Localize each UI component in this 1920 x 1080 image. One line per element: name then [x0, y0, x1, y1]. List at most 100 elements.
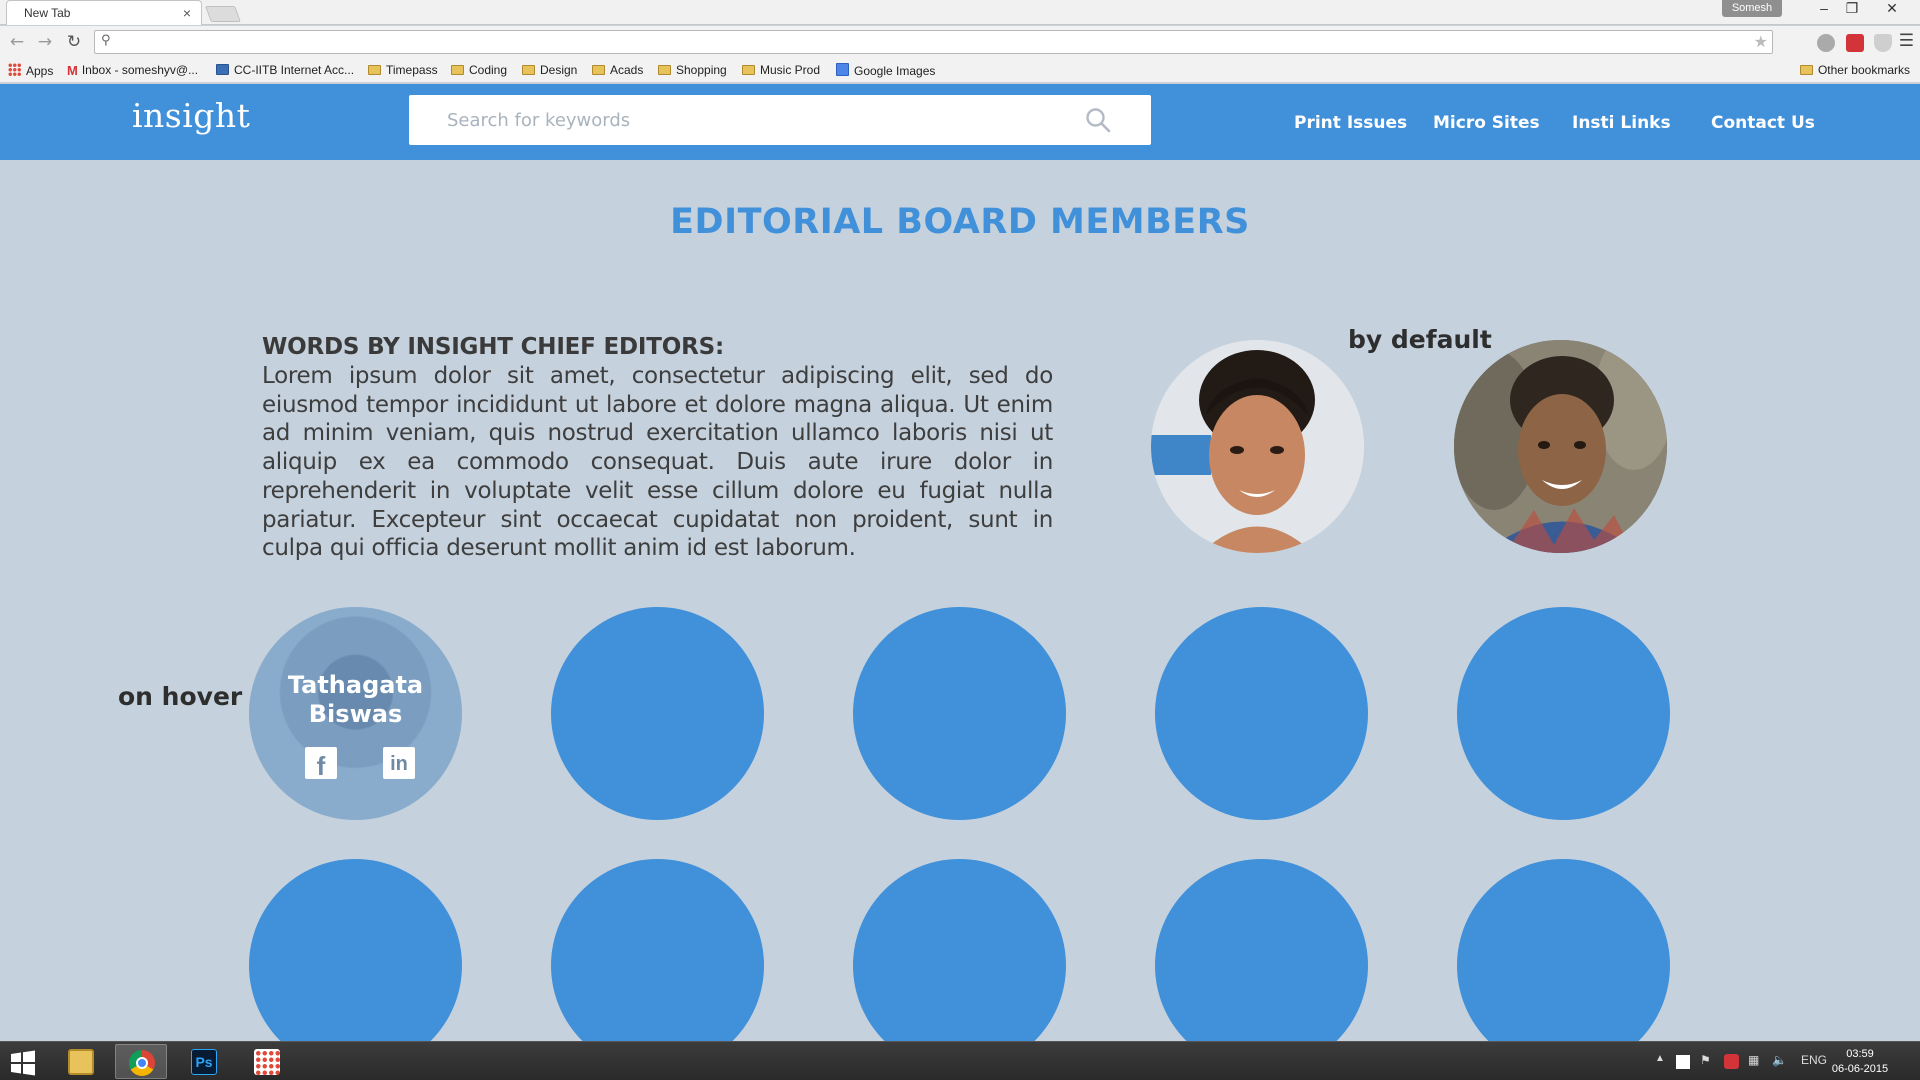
member-name: Tathagata Biswas [249, 671, 462, 729]
nav-print-issues[interactable]: Print Issues [1294, 113, 1407, 133]
folder-icon [68, 1049, 94, 1075]
windows-start-icon[interactable] [10, 1050, 36, 1076]
portrait-illustration [1151, 340, 1364, 553]
bookmark-label: Acads [610, 63, 644, 77]
bookmark-shopping[interactable]: Shopping [658, 63, 727, 77]
folder-icon [658, 65, 671, 75]
chief-editor-photo-1[interactable] [1151, 340, 1364, 553]
bookmark-label: Shopping [676, 63, 727, 77]
site-header: insight Print Issues Micro Sites Insti L… [0, 84, 1920, 160]
window-close-icon[interactable]: ✕ [1878, 0, 1906, 18]
bookmark-music-prod[interactable]: Music Prod [742, 63, 820, 77]
volume-icon[interactable]: 🔈 [1772, 1053, 1787, 1067]
bookmark-inbox[interactable]: M Inbox - someshyv@... [67, 63, 198, 78]
linkedin-icon[interactable]: in [383, 747, 415, 779]
member-last-name: Biswas [308, 700, 403, 728]
chief-editor-photo-2[interactable] [1454, 340, 1667, 553]
system-clock[interactable]: 03:59 06-06-2015 [1830, 1047, 1890, 1077]
extension-record-icon[interactable] [1846, 34, 1864, 52]
folder-icon [451, 65, 464, 75]
folder-icon [1799, 65, 1813, 75]
photoshop-icon: Ps [191, 1049, 217, 1075]
search-box [409, 95, 1151, 145]
bookmark-label: Apps [26, 64, 54, 78]
search-input[interactable] [447, 95, 1067, 145]
board-member-card-hover[interactable]: Tathagata Biswas f in [249, 607, 462, 820]
taskbar-chrome-apps[interactable] [241, 1044, 293, 1079]
bookmark-label: CC-IITB Internet Acc... [234, 63, 355, 77]
board-member-card[interactable] [1457, 607, 1670, 820]
taskbar-chrome[interactable] [115, 1044, 167, 1079]
windows-taskbar: Ps ▲ ⚑ ▦ 🔈 ENG 03:59 06-06-2015 [0, 1041, 1920, 1080]
editors-heading: WORDS BY INSIGHT CHIEF EDITORS: [262, 334, 724, 360]
tab-close-icon[interactable]: × [183, 1, 191, 25]
gmail-icon: M [67, 63, 78, 78]
board-member-card[interactable] [551, 607, 764, 820]
clock-date: 06-06-2015 [1831, 1063, 1889, 1075]
label-by-default: by default [1348, 325, 1492, 354]
apps-grid-icon [254, 1049, 280, 1075]
bookmark-label: Coding [469, 63, 508, 77]
other-bookmarks[interactable]: Other bookmarks [1799, 63, 1910, 77]
portrait-illustration [1454, 340, 1667, 553]
show-hidden-icons[interactable]: ▲ [1655, 1053, 1665, 1064]
address-bar[interactable]: ⚲ ★ [94, 30, 1773, 54]
search-icon[interactable] [1085, 107, 1111, 133]
bookmark-star-icon[interactable]: ★ [1754, 32, 1768, 51]
forward-arrow-icon[interactable]: → [33, 30, 57, 54]
bookmark-apps[interactable]: Apps [8, 63, 53, 78]
back-arrow-icon[interactable]: ← [5, 30, 29, 54]
tray-mcafee-icon[interactable] [1724, 1054, 1739, 1069]
chrome-menu-icon[interactable]: ☰ [1899, 31, 1914, 51]
bookmark-label: Inbox - someshyv@... [81, 63, 199, 77]
nav-contact-us[interactable]: Contact Us [1711, 113, 1815, 133]
clock-time: 03:59 [1846, 1048, 1874, 1060]
bookmark-label: Music Prod [760, 63, 821, 77]
apps-grid-icon [8, 63, 21, 76]
folder-icon [742, 65, 755, 75]
network-icon[interactable]: ▦ [1748, 1053, 1759, 1067]
new-tab-button[interactable] [205, 6, 241, 22]
folder-icon [368, 65, 381, 75]
bookmark-label: Design [540, 63, 578, 77]
page-title: EDITORIAL BOARD MEMBERS [670, 202, 1250, 242]
bookmark-acads[interactable]: Acads [592, 63, 643, 77]
restore-icon[interactable]: ❐ [1838, 0, 1866, 18]
tray-window-icon[interactable] [1676, 1055, 1690, 1069]
folder-icon [522, 65, 535, 75]
editors-message: Lorem ipsum dolor sit amet, consectetur … [262, 363, 1053, 562]
browser-toolbar: ← → ↻ ⚲ ★ ☰ [0, 26, 1920, 58]
action-center-flag-icon[interactable]: ⚑ [1700, 1053, 1711, 1067]
language-indicator[interactable]: ENG [1801, 1053, 1827, 1067]
label-on-hover: on hover [118, 682, 243, 711]
bookmark-label: Other bookmarks [1817, 63, 1910, 77]
taskbar-photoshop[interactable]: Ps [178, 1044, 230, 1079]
bookmark-label: Timepass [386, 63, 438, 77]
board-member-card[interactable] [853, 607, 1066, 820]
cc-icon [216, 64, 229, 75]
reload-icon[interactable]: ↻ [62, 30, 86, 54]
bookmark-cc-iitb[interactable]: CC-IITB Internet Acc... [216, 63, 354, 77]
bookmark-timepass[interactable]: Timepass [368, 63, 438, 77]
nav-insti-links[interactable]: Insti Links [1572, 113, 1671, 133]
address-search-icon: ⚲ [101, 33, 111, 48]
bookmark-coding[interactable]: Coding [451, 63, 507, 77]
facebook-icon[interactable]: f [305, 747, 337, 781]
board-member-card[interactable] [1155, 607, 1368, 820]
taskbar-file-explorer[interactable] [55, 1044, 107, 1079]
tab-new-tab[interactable]: New Tab × [6, 0, 202, 25]
folder-icon [592, 65, 605, 75]
bookmark-google-images[interactable]: Google Images [836, 63, 935, 78]
minimize-icon[interactable]: – [1810, 0, 1838, 18]
nav-micro-sites[interactable]: Micro Sites [1433, 113, 1540, 133]
bookmark-label: Google Images [854, 64, 936, 78]
extension-download-icon[interactable] [1817, 34, 1835, 52]
bookmarks-bar: Apps M Inbox - someshyv@... CC-IITB Inter… [0, 58, 1920, 83]
member-first-name: Tathagata [287, 671, 424, 699]
google-images-icon [836, 63, 849, 76]
bookmark-design[interactable]: Design [522, 63, 577, 77]
site-logo[interactable]: insight [132, 96, 250, 135]
tab-title: New Tab [24, 6, 71, 20]
profile-button[interactable]: Somesh [1722, 0, 1782, 17]
extension-shield-icon[interactable] [1874, 34, 1892, 52]
